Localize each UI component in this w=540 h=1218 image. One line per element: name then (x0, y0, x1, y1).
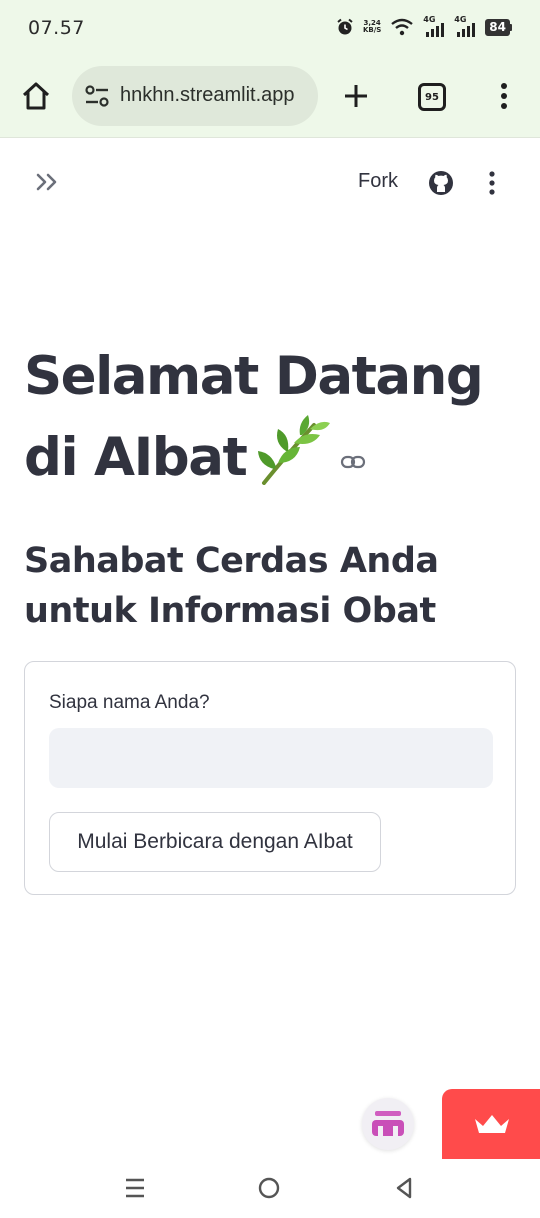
page-subtitle: Sahabat Cerdas Anda untuk Informasi Obat (24, 536, 524, 636)
subtitle-line-1: Sahabat Cerdas Anda (24, 541, 439, 581)
nav-home-icon[interactable] (258, 1177, 280, 1199)
site-settings-icon[interactable] (84, 84, 110, 108)
alarm-icon (337, 18, 353, 35)
network-1: 4G (423, 15, 445, 38)
fork-link[interactable]: Fork (358, 170, 398, 193)
wifi-icon (391, 18, 414, 36)
battery-level: 84 (485, 18, 510, 36)
start-chat-button[interactable]: Mulai Berbicara dengan AIbat (49, 812, 381, 872)
title-line-2: di AIbat (24, 427, 248, 488)
recent-apps-icon[interactable] (124, 1177, 146, 1199)
battery-indicator: 84 (485, 18, 512, 36)
title-line-1: Selamat Datang (24, 346, 484, 407)
name-form: Siapa nama Anda? Mulai Berbicara dengan … (24, 661, 516, 895)
floating-assistant-button[interactable] (362, 1098, 414, 1150)
url-text[interactable]: hnkhn.streamlit.app (120, 84, 310, 107)
github-icon[interactable] (428, 170, 454, 196)
signal-icon (426, 23, 445, 37)
status-icons: 3,24 KB/S 4G 4G 84 (336, 15, 512, 38)
app-menu-button[interactable] (482, 170, 502, 196)
crown-icon (475, 1115, 509, 1133)
network-2: 4G (454, 15, 476, 38)
herb-emoji-icon (258, 415, 331, 485)
back-icon[interactable] (394, 1176, 414, 1200)
signal-icon (457, 23, 476, 37)
subtitle-line-2: untuk Informasi Obat (24, 591, 436, 631)
battery-icon (510, 23, 512, 31)
name-input[interactable] (49, 728, 493, 788)
net-speed: 3,24 KB/S (362, 19, 382, 34)
tab-switcher-button[interactable]: 95 (418, 83, 446, 111)
page-title: Selamat Datang di AIbat (24, 340, 524, 494)
streamlit-badge-button[interactable] (442, 1089, 540, 1159)
expand-sidebar-button[interactable] (34, 170, 62, 194)
status-time: 07.57 (28, 17, 85, 39)
name-field-label: Siapa nama Anda? (49, 692, 210, 713)
new-tab-button[interactable] (342, 82, 370, 110)
home-button[interactable] (20, 80, 52, 112)
address-bar[interactable]: hnkhn.streamlit.app (72, 66, 318, 126)
browser-chrome: 07.57 3,24 KB/S 4G 4G 84 hnkhn.streamlit… (0, 0, 540, 138)
browser-menu-button[interactable] (494, 82, 514, 110)
link-icon[interactable] (340, 453, 366, 471)
app-logo-icon (372, 1111, 404, 1136)
